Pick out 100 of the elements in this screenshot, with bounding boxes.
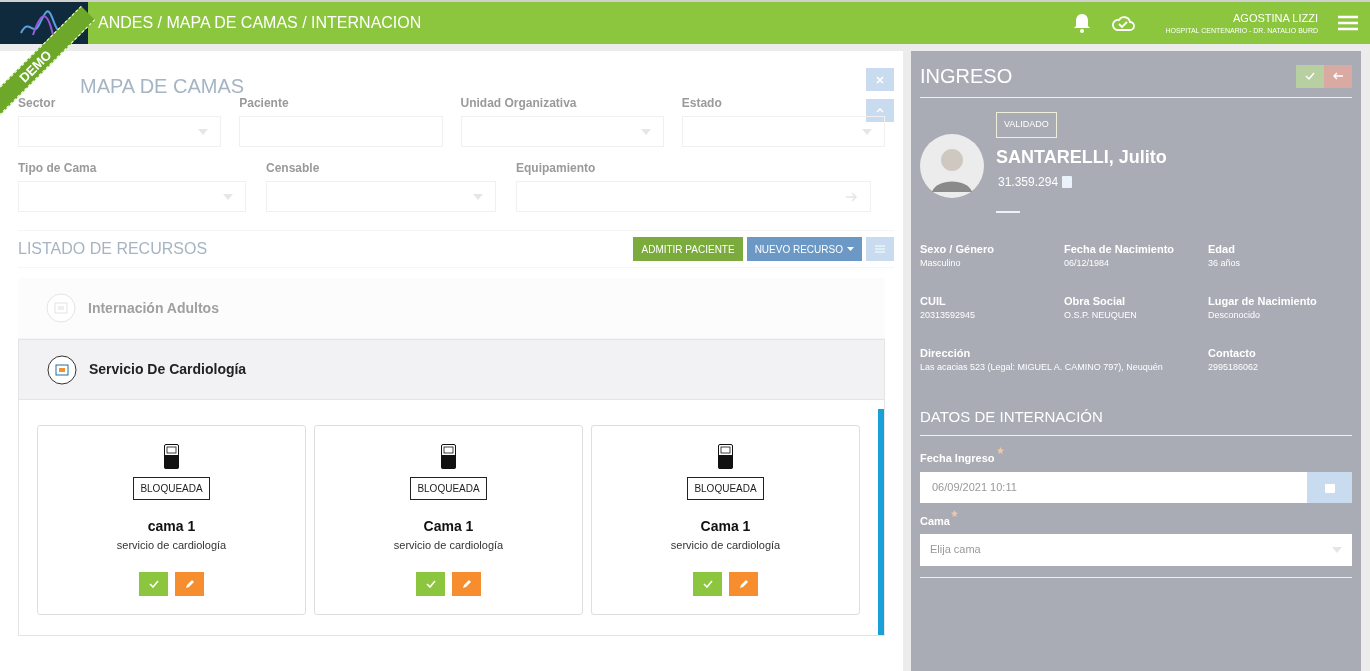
check-icon [425,579,436,588]
hospital-icon [46,293,76,323]
menu-icon[interactable] [1338,15,1358,31]
status-badge: VALIDADO [996,112,1057,138]
section-title: LISTADO DE RECURSOS [18,239,208,259]
field-label: Tipo de Cama [18,160,97,175]
bell-icon[interactable] [1073,13,1092,33]
info-value: 06/12/1984 [1064,257,1110,270]
info-label: Lugar de Nacimiento [1208,293,1317,309]
info-value: O.S.P. NEUQUEN [1064,309,1137,322]
select-field[interactable] [18,116,222,147]
hospital-icon [47,354,77,385]
bed-name: Cama 1 [700,517,751,536]
field-label: Estado [681,95,722,110]
info-label: Contacto [1208,345,1256,361]
check-button[interactable] [693,571,722,596]
field-label: Paciente [239,95,289,110]
bed-name: cama 1 [147,517,196,536]
check-button[interactable] [139,571,168,596]
bed-service: servicio de cardiología [116,538,227,553]
info-label: Sexo / Género [920,241,994,257]
check-icon [148,579,159,588]
field-label: Fecha Ingreso [920,450,995,466]
check-icon [1305,72,1315,80]
info-label: Obra Social [1064,293,1126,309]
group-header[interactable]: Servicio De Cardiología [19,340,884,400]
bed-select[interactable]: Elija cama [920,533,1352,566]
bed-icon [441,444,456,469]
bed-name: Cama 1 [423,517,474,536]
pencil-icon [738,578,749,589]
select-field[interactable] [18,181,246,212]
document-number: 31.359.294 [998,173,1059,191]
calendar-icon [1323,481,1336,494]
field-label: Equipamiento [516,160,596,175]
calendar-button[interactable] [1307,472,1352,503]
check-button[interactable] [416,571,445,596]
caret-icon [1332,546,1342,553]
new-resource-button[interactable]: NUEVO RECURSO [746,237,862,261]
back-arrow-icon [1333,72,1343,80]
info-label: Edad [1208,241,1235,257]
status-badge: BLOQUEADA [133,477,210,500]
caret-icon [847,247,854,251]
info-value: 20313592945 [920,309,976,322]
pencil-icon [184,578,195,589]
arrow-icon [846,191,858,202]
admit-patient-button[interactable]: ADMITIR PACIENTE [633,237,743,261]
info-value: Desconocido [1208,309,1261,322]
field-label: Cama [920,514,950,529]
cloud-check-icon[interactable] [1111,15,1136,31]
date-field[interactable]: 06/09/2021 10:11 [920,472,1307,503]
bed-icon [164,444,179,469]
bed-card[interactable]: BLOQUEADA Cama 1 servicio de cardiología [314,425,583,615]
check-icon [702,579,713,588]
status-badge: BLOQUEADA [410,477,487,500]
collapse-button[interactable] [866,99,894,122]
caret-icon [862,128,872,135]
field-label: Sector [18,95,56,110]
info-label: Dirección [920,345,971,361]
info-value: 36 años [1208,257,1241,270]
field-label: Censable [266,160,320,175]
info-value: 2995186062 [1208,361,1259,374]
edit-button[interactable] [729,571,758,596]
select-field[interactable] [266,181,496,212]
patient-name: SANTARELLI, Julito [996,145,1167,169]
bed-service: servicio de cardiología [393,538,504,553]
pencil-icon [461,578,472,589]
info-value: Masculino [920,257,961,270]
caret-icon [223,193,233,200]
close-button[interactable] [866,68,894,91]
section-title: DATOS DE INTERNACIÓN [920,407,1103,425]
menu-icon [875,245,885,253]
group-header[interactable]: Internación Adultos [18,278,885,338]
bed-icon [718,444,733,469]
caret-icon [473,193,483,200]
clipboard-icon [1062,175,1073,188]
group-title: Internación Adultos [88,298,219,318]
bed-service: servicio de cardiología [670,538,781,553]
user-name: AGOSTINA LIZZI [1233,10,1318,26]
info-value: Las acacias 523 (Legal: MIGUEL A. CAMINO 797), Neuquén [920,361,1163,374]
info-label: CUIL [920,293,946,309]
caret-icon [640,128,651,135]
bed-card[interactable]: BLOQUEADA Cama 1 servicio de cardiología [591,425,860,615]
back-button[interactable] [1324,64,1352,88]
panel-title: INGRESO [920,64,1013,89]
search-field[interactable] [516,181,871,212]
page-title: ANDES / MAPA DE CAMAS / INTERNACION [98,13,422,33]
edit-button[interactable] [175,571,204,596]
caret-icon [198,128,209,135]
confirm-button[interactable] [1296,64,1324,88]
list-menu-button[interactable] [866,237,894,261]
status-badge: BLOQUEADA [687,477,764,500]
group-title: Servicio De Cardiología [89,360,247,379]
bed-card[interactable]: BLOQUEADA cama 1 servicio de cardiología [37,425,306,615]
info-label: Fecha de Nacimiento [1064,241,1175,257]
close-icon [876,75,884,84]
avatar [920,134,984,198]
select-field[interactable] [460,116,664,147]
field-label: Unidad Organizativa [460,95,577,110]
select-field[interactable] [681,116,885,147]
edit-button[interactable] [452,571,481,596]
